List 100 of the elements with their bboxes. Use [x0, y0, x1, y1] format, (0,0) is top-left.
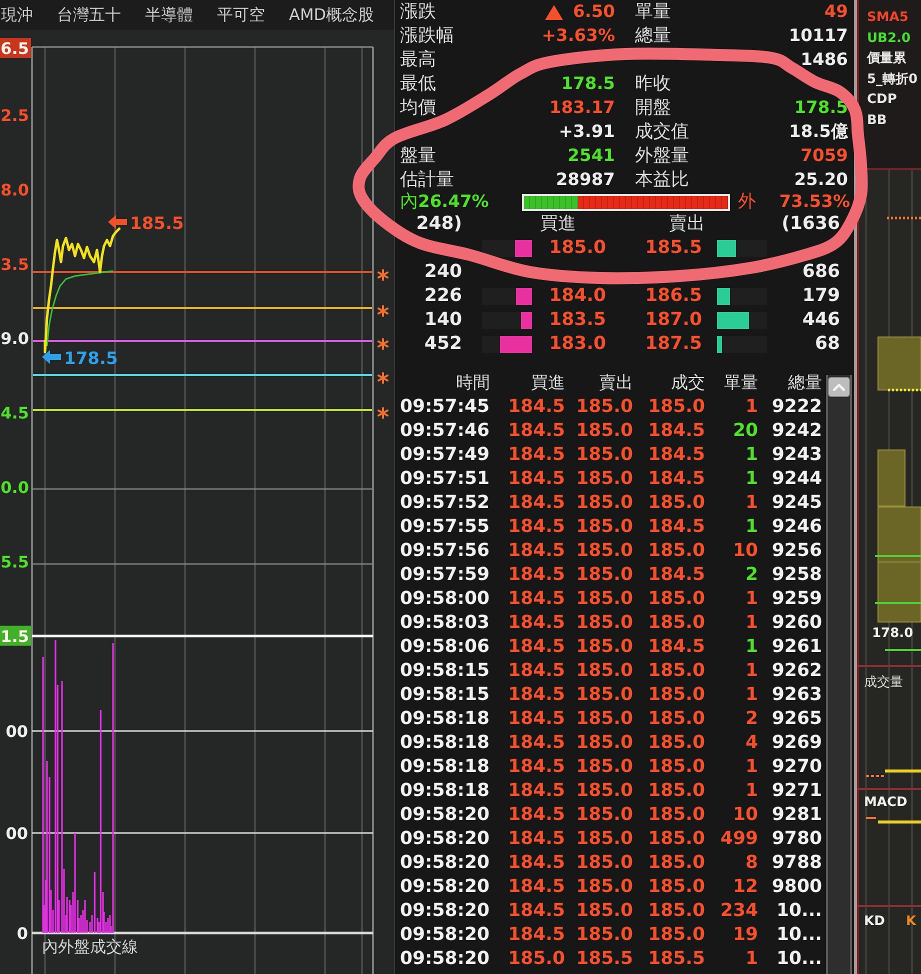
ask-price: 185.0: [576, 733, 633, 753]
bid-price: 184.5: [508, 781, 565, 801]
trade-price: 185.0: [648, 757, 705, 777]
trade-time: 09:58:18: [400, 757, 490, 777]
total-volume: 9244: [772, 469, 822, 489]
ask-price: 187.0: [645, 310, 702, 330]
ask-price: 185.0: [576, 397, 633, 417]
total-volume: 9222: [772, 397, 822, 417]
field-label: 開盤: [635, 98, 671, 118]
bid-quantity: 226: [424, 286, 462, 306]
trade-quantity: 1: [745, 637, 758, 657]
field-value: 1486: [800, 50, 848, 70]
scroll-up-button[interactable]: [828, 377, 850, 397]
column-header: 買進: [540, 214, 576, 234]
outer-percent: 73.53%: [779, 192, 850, 212]
axis-label: 5.5: [0, 552, 29, 572]
indicator-line: [885, 770, 921, 772]
bid-price: 183.5: [549, 310, 606, 330]
trade-time: 09:57:55: [400, 517, 490, 537]
asterisk-icon: [378, 269, 388, 281]
ask-quantity: 446: [802, 310, 840, 330]
indicator-line: [888, 388, 921, 392]
total-volume: 9281: [772, 805, 822, 825]
trade-time: 09:58:18: [400, 733, 490, 753]
trade-time: 09:57:56: [400, 541, 490, 561]
tab[interactable]: 平可空: [216, 2, 266, 28]
panel-title: MACD: [864, 795, 908, 810]
bid-price: 184.5: [508, 613, 565, 633]
field-label: 外盤量: [635, 146, 689, 166]
ask-price: 185.0: [576, 421, 633, 441]
bid-total: 248): [416, 214, 462, 234]
total-volume: 10...: [776, 925, 822, 945]
field-value: 49: [824, 2, 848, 22]
ask-price: 185.0: [576, 901, 633, 921]
ask-quantity: 68: [814, 334, 840, 354]
trade-quantity: 1: [745, 757, 758, 777]
trade-quantity: 499: [720, 829, 758, 849]
bid-price: 185.0: [549, 238, 606, 258]
trade-quantity: 1: [745, 661, 758, 681]
trade-time: 09:58:06: [400, 637, 490, 657]
trade-quantity: 1: [745, 469, 758, 489]
candle-body: [878, 336, 921, 390]
trade-time: 09:58:20: [400, 901, 490, 921]
trade-quantity: 4: [745, 733, 758, 753]
trade-price: 185.0: [648, 853, 705, 873]
field-label: 均價: [400, 98, 436, 118]
trade-time: 09:58:20: [400, 877, 490, 897]
trade-price: 185.0: [648, 805, 705, 825]
field-label: 昨收: [635, 74, 671, 94]
ask-price: 185.0: [576, 829, 633, 849]
ask-price: 185.0: [576, 469, 633, 489]
total-volume: 9269: [772, 733, 822, 753]
total-volume: 9256: [772, 541, 822, 561]
bid-price: 184.5: [508, 757, 565, 777]
trade-quantity: 1: [745, 781, 758, 801]
bid-price: 184.5: [508, 421, 565, 441]
indicator-line: [878, 820, 921, 824]
scrollbar[interactable]: [826, 375, 852, 974]
bid-price: 183.0: [549, 334, 606, 354]
tab[interactable]: 台灣五十: [56, 2, 122, 28]
trade-quantity: 2: [745, 709, 758, 729]
trade-price: 185.0: [648, 901, 705, 921]
trade-price: 184.5: [648, 565, 705, 585]
bid-quantity: 452: [424, 334, 462, 354]
asterisk-icon: [378, 305, 388, 317]
trade-time: 09:58:20: [400, 829, 490, 849]
trade-quantity: 12: [732, 877, 758, 897]
total-volume: 9242: [772, 421, 822, 441]
tab[interactable]: 半導體: [144, 2, 194, 28]
trade-quantity: 1: [745, 445, 758, 465]
tab[interactable]: 現沖: [0, 2, 34, 28]
total-volume: 9262: [772, 661, 822, 681]
ask-price: 185.0: [576, 589, 633, 609]
trade-price: 185.0: [648, 397, 705, 417]
tab[interactable]: AMD概念股: [288, 2, 376, 28]
trade-quantity: 2: [745, 565, 758, 585]
panel-title: KD: [864, 914, 885, 929]
trade-quantity: 8: [745, 853, 758, 873]
ask-price: 185.0: [576, 805, 633, 825]
legend-label: CDP: [867, 91, 898, 109]
trade-quantity: 1: [745, 589, 758, 609]
total-volume: 10...: [776, 901, 822, 921]
legend-label: UB2.0: [867, 30, 912, 48]
bid-price: 184.5: [508, 445, 565, 465]
trade-price: 185.0: [648, 733, 705, 753]
indicator-line: [875, 555, 921, 557]
total-volume: 9243: [772, 445, 822, 465]
ask-price: 185.0: [576, 613, 633, 633]
trade-price: 185.0: [648, 925, 705, 945]
total-volume: 9261: [772, 637, 822, 657]
field-label: 總量: [635, 26, 671, 46]
trade-time: 09:58:03: [400, 613, 490, 633]
ask-price: 185.0: [576, 493, 633, 513]
left-arrow-icon: [42, 350, 61, 364]
ask-price: 185.0: [576, 781, 633, 801]
trade-price: 184.5: [648, 637, 705, 657]
trade-price: 185.0: [648, 781, 705, 801]
trade-price: 185.0: [648, 589, 705, 609]
ask-price: 185.0: [576, 877, 633, 897]
bid-price: 184.5: [508, 709, 565, 729]
